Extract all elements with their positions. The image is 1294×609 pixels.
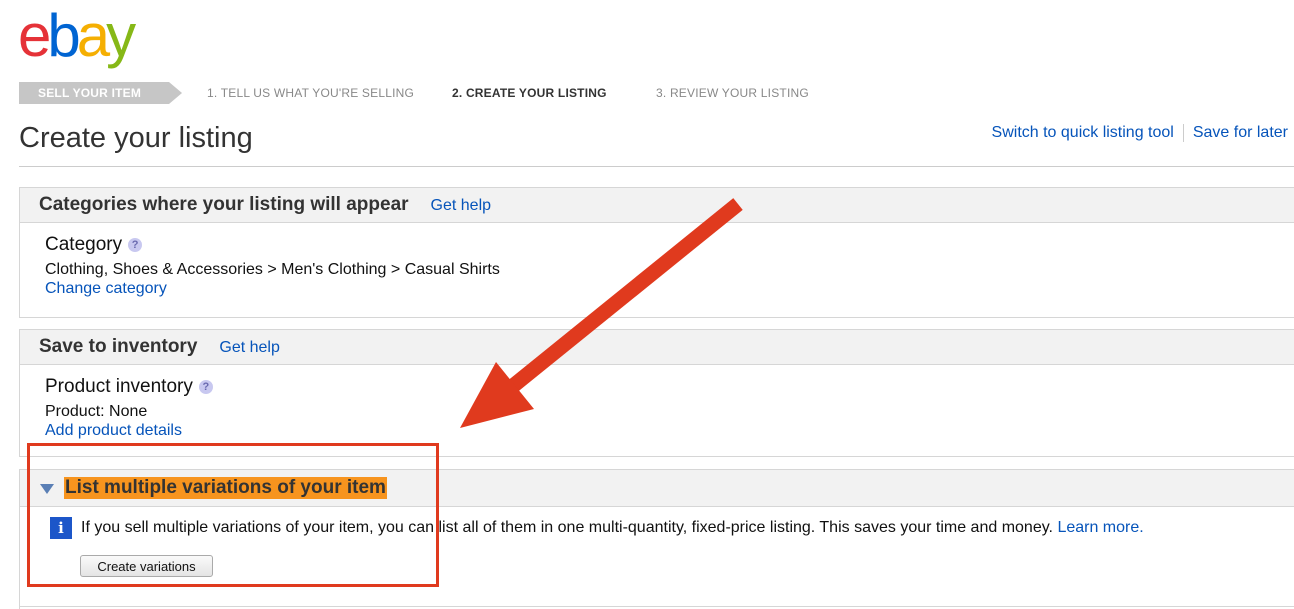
categories-heading: Categories where your listing will appea…: [39, 194, 409, 215]
logo-letter-e: e: [18, 8, 49, 69]
svg-text:ebay: ebay: [18, 8, 136, 69]
inventory-heading: Save to inventory: [39, 336, 198, 357]
logo-letter-y: y: [106, 8, 136, 69]
step-review-listing: 3. REVIEW YOUR LISTING: [656, 86, 809, 100]
annotation-arrow-icon: [460, 198, 743, 428]
change-category-link[interactable]: Change category: [45, 280, 167, 298]
switch-quick-listing-link[interactable]: Switch to quick listing tool: [992, 124, 1174, 141]
ebay-logo[interactable]: ebay: [18, 8, 168, 74]
step-chevron-icon: [169, 82, 182, 104]
category-path: Clothing, Shoes & Accessories > Men's Cl…: [45, 261, 500, 278]
step-tell-us: 1. TELL US WHAT YOU'RE SELLING: [207, 86, 415, 100]
product-inventory-label: Product inventory?: [45, 376, 213, 398]
top-links: Switch to quick listing tool Save for lat…: [992, 124, 1288, 142]
page-title: Create your listing: [19, 122, 253, 154]
save-for-later-link[interactable]: Save for later: [1193, 124, 1288, 141]
logo-letter-b: b: [47, 8, 78, 69]
listing-steps: SELL YOUR ITEM 1. TELL US WHAT YOU'RE SE…: [19, 82, 919, 104]
learn-more-link[interactable]: Learn more.: [1057, 519, 1143, 536]
product-value: Product: None: [45, 403, 148, 420]
link-divider: [1182, 124, 1184, 142]
inventory-get-help-link[interactable]: Get help: [219, 339, 279, 356]
help-question-icon[interactable]: ?: [128, 237, 143, 252]
add-product-details-link[interactable]: Add product details: [45, 422, 182, 440]
step-sell-your-item: SELL YOUR ITEM: [19, 82, 169, 104]
help-question-icon[interactable]: ?: [198, 379, 213, 394]
bottom-divider: [19, 606, 1294, 607]
category-label: Category?: [45, 234, 143, 256]
highlight-box: [27, 443, 439, 587]
step-create-listing: 2. CREATE YOUR LISTING: [452, 86, 607, 100]
category-label-text: Category: [45, 234, 123, 255]
title-divider: [19, 166, 1294, 167]
product-inventory-label-text: Product inventory: [45, 376, 193, 397]
